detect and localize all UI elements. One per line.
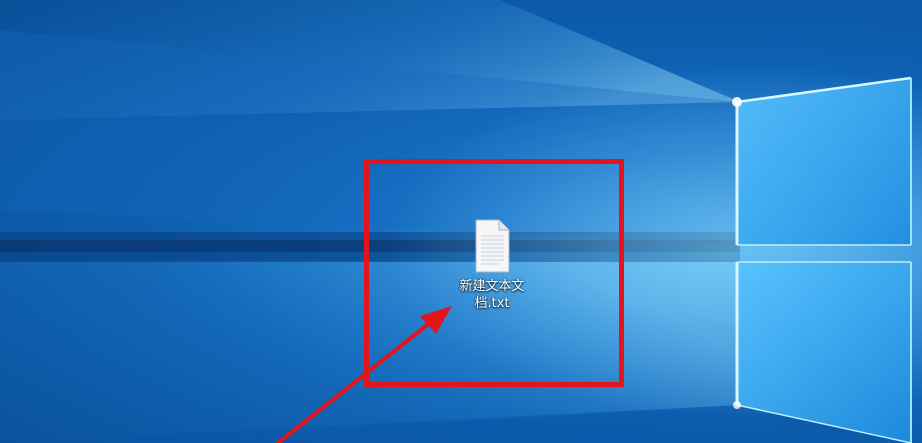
- desktop-icon-text-file[interactable]: 新建文本文档.txt: [445, 218, 539, 312]
- desktop[interactable]: 新建文本文档.txt: [0, 0, 922, 443]
- desktop-icon-label: 新建文本文档.txt: [459, 279, 525, 311]
- text-file-icon: [475, 219, 510, 273]
